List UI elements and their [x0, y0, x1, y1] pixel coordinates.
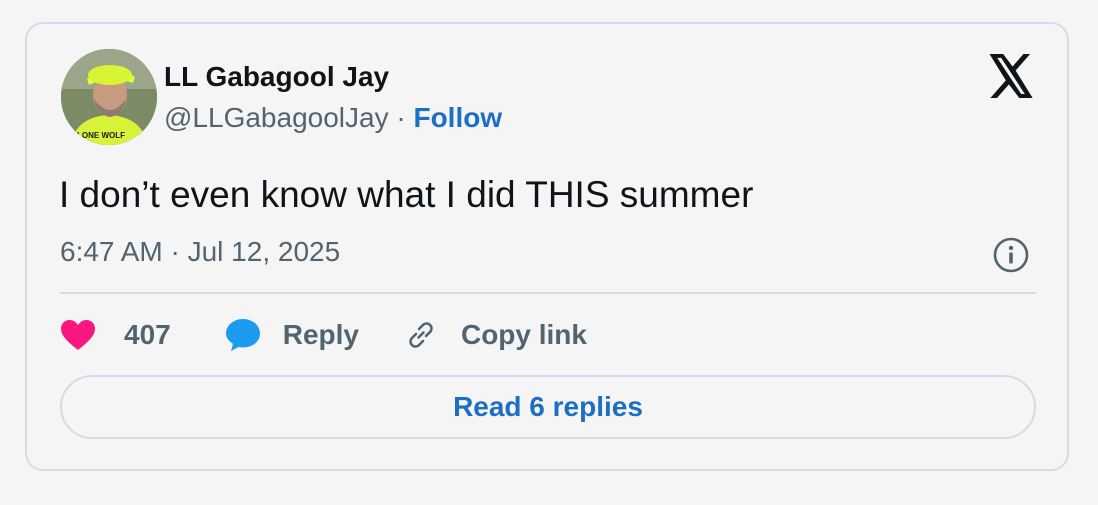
- info-icon[interactable]: [992, 236, 1030, 274]
- handle-separator: ·: [396, 102, 406, 133]
- copy-link-label: Copy link: [460, 319, 587, 350]
- tweet-timestamp[interactable]: 6:47 AM · Jul 12, 2025: [60, 236, 340, 268]
- x-logo-icon[interactable]: [987, 54, 1035, 98]
- follow-button[interactable]: Follow: [413, 102, 502, 133]
- link-icon: [409, 322, 433, 348]
- heart-icon: [61, 320, 95, 350]
- author-handle[interactable]: @LLGabagoolJay: [164, 102, 389, 133]
- avatar-shirt-text: LONE WOLF: [77, 131, 125, 140]
- reply-button[interactable]: Reply: [225, 318, 359, 352]
- reply-label: Reply: [282, 319, 359, 350]
- tweet-card: LONE WOLF LL Gabagool Jay @LLGabagoolJay…: [25, 22, 1069, 471]
- read-replies-button[interactable]: Read 6 replies: [60, 375, 1036, 439]
- divider: [60, 292, 1036, 294]
- avatar[interactable]: LONE WOLF: [61, 49, 157, 145]
- action-bar: 407 Reply Copy link: [60, 315, 587, 355]
- like-count: 407: [124, 319, 171, 350]
- tweet-text: I don’t even know what I did THIS summer: [59, 174, 754, 215]
- author-display-name[interactable]: LL Gabagool Jay: [164, 61, 389, 93]
- avatar-image: LONE WOLF: [61, 49, 157, 145]
- speech-bubble-icon: [225, 319, 260, 351]
- like-button[interactable]: 407: [60, 319, 171, 351]
- author-handle-row: @LLGabagoolJay · Follow: [164, 102, 502, 134]
- copy-link-button[interactable]: Copy link: [403, 317, 587, 353]
